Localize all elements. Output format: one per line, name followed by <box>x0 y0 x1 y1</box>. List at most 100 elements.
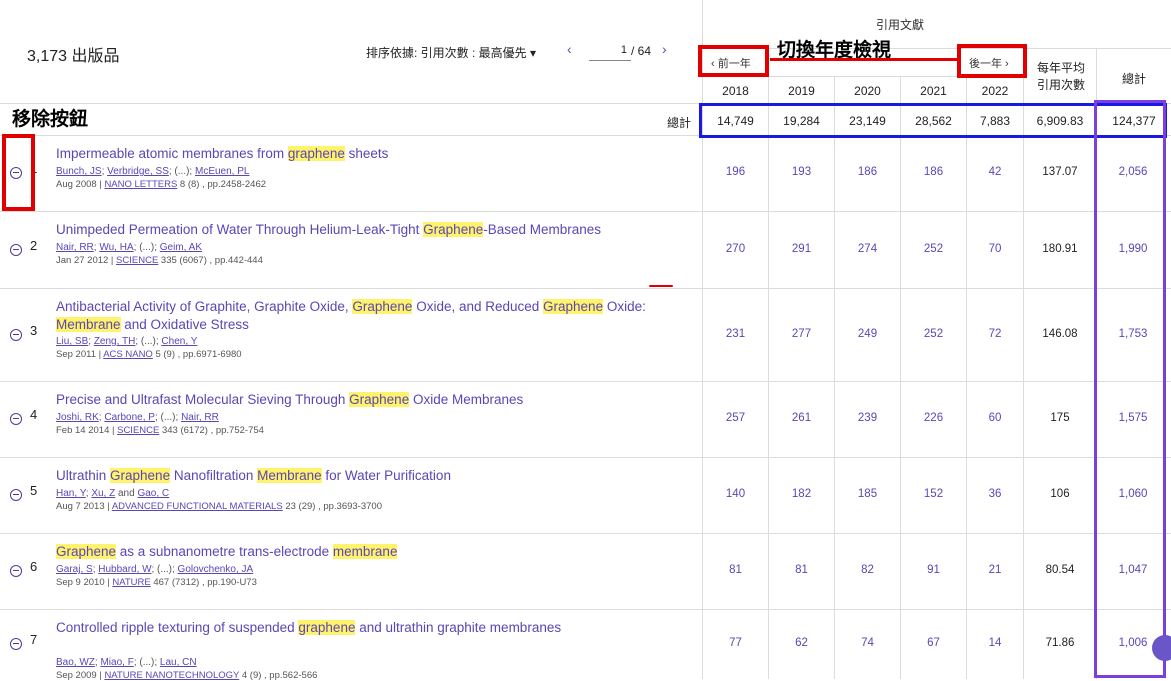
next-page-button[interactable]: › <box>662 41 667 57</box>
remove-button[interactable] <box>10 489 22 501</box>
author-link[interactable]: Lau, CN <box>160 657 197 668</box>
remove-button[interactable] <box>10 638 22 650</box>
year-citation-count[interactable]: 91 <box>901 564 966 576</box>
sort-label: 排序依據: 引用次數 : 最高優先 <box>366 46 527 60</box>
author-link[interactable]: Nair, RR <box>56 242 94 253</box>
remove-button[interactable] <box>10 328 22 341</box>
publication-title[interactable]: Ultrathin Graphene Nanofiltration Membra… <box>56 467 646 485</box>
publication-title[interactable]: Impermeable atomic membranes from graphe… <box>56 145 646 163</box>
journal-link[interactable]: NATURE <box>112 577 150 588</box>
author-link[interactable]: Gao, C <box>137 488 169 499</box>
year-citation-count[interactable]: 152 <box>901 488 966 500</box>
year-citation-count[interactable]: 252 <box>901 243 966 255</box>
year-citation-count[interactable]: 21 <box>967 564 1023 576</box>
remove-button[interactable] <box>10 565 22 577</box>
year-citation-count[interactable]: 42 <box>967 166 1023 178</box>
publication-date: Sep 9 2010 | <box>56 577 113 588</box>
year-citation-count[interactable]: 186 <box>901 166 966 178</box>
title-text: Antibacterial Activity of Graphite, Grap… <box>56 299 353 314</box>
publication-title[interactable]: Graphene as a subnanometre trans-electro… <box>56 543 646 561</box>
year-citation-count[interactable]: 270 <box>703 243 768 255</box>
connector-line <box>770 58 958 61</box>
publication-title[interactable]: Precise and Ultrafast Molecular Sieving … <box>56 391 646 409</box>
journal-link[interactable]: SCIENCE <box>116 255 158 266</box>
author-separator: and <box>115 488 138 499</box>
journal-link[interactable]: NANO LETTERS <box>104 179 177 190</box>
publication-title[interactable]: Controlled ripple texturing of suspended… <box>56 619 646 637</box>
author-link[interactable]: Carbone, P <box>104 412 155 423</box>
author-link[interactable]: Wu, HA <box>99 242 133 253</box>
year-citation-count[interactable]: 186 <box>835 166 900 178</box>
journal-link[interactable]: SCIENCE <box>117 425 159 436</box>
prev-page-button[interactable]: ‹ <box>567 41 572 57</box>
volume-pages: 467 (7312) , pp.190-U73 <box>150 577 257 588</box>
author-link[interactable]: Bao, WZ <box>56 657 95 668</box>
author-list: Garaj, S; Hubbard, W; (...); Golovchenko… <box>56 564 253 575</box>
author-separator: ; (...); <box>135 336 162 347</box>
author-list: Nair, RR; Wu, HA; (...); Geim, AK <box>56 242 202 253</box>
author-link[interactable]: Nair, RR <box>181 412 219 423</box>
author-link[interactable]: Golovchenko, JA <box>178 564 254 575</box>
author-link[interactable]: Hubbard, W <box>98 564 151 575</box>
title-text: -Based Membranes <box>483 222 602 237</box>
author-link[interactable]: Zeng, TH <box>94 336 136 347</box>
total-header: 總計 <box>1121 72 1146 86</box>
year-citation-count[interactable]: 249 <box>835 328 900 340</box>
year-citation-count[interactable]: 67 <box>901 637 966 649</box>
year-citation-count[interactable]: 77 <box>703 637 768 649</box>
author-link[interactable]: Bunch, JS <box>56 166 102 177</box>
author-list: Liu, SB; Zeng, TH; (...); Chen, Y <box>56 336 197 347</box>
author-link[interactable]: Liu, SB <box>56 336 88 347</box>
year-citation-count[interactable]: 291 <box>769 243 834 255</box>
sort-dropdown[interactable]: 排序依據: 引用次數 : 最高優先 ▾ <box>366 44 536 61</box>
year-citation-count[interactable]: 14 <box>967 637 1023 649</box>
author-list: Bao, WZ; Miao, F; (...); Lau, CN <box>56 657 197 668</box>
year-citation-count[interactable]: 257 <box>703 412 768 424</box>
author-separator: ; (...); <box>133 242 160 253</box>
year-citation-count[interactable]: 72 <box>967 328 1023 340</box>
publication-title[interactable]: Antibacterial Activity of Graphite, Grap… <box>56 298 646 334</box>
year-citation-count[interactable]: 277 <box>769 328 834 340</box>
year-citation-count[interactable]: 60 <box>967 412 1023 424</box>
year-citation-count[interactable]: 74 <box>835 637 900 649</box>
title-text: Precise and Ultrafast Molecular Sieving … <box>56 392 350 407</box>
author-link[interactable]: Joshi, RK <box>56 412 99 423</box>
highlighted-term: Membrane <box>257 468 322 483</box>
year-citation-count[interactable]: 274 <box>835 243 900 255</box>
year-citation-count[interactable]: 196 <box>703 166 768 178</box>
year-citation-count[interactable]: 231 <box>703 328 768 340</box>
author-link[interactable]: Han, Y <box>56 488 86 499</box>
year-citation-count[interactable]: 81 <box>769 564 834 576</box>
year-citation-count[interactable]: 182 <box>769 488 834 500</box>
author-link[interactable]: McEuen, PL <box>195 166 249 177</box>
avg-label-line1: 每年平均 <box>1036 61 1085 75</box>
author-link[interactable]: Chen, Y <box>161 336 197 347</box>
help-icon[interactable] <box>1152 635 1171 661</box>
year-citation-count[interactable]: 226 <box>901 412 966 424</box>
year-citation-count[interactable]: 185 <box>835 488 900 500</box>
remove-button[interactable] <box>10 413 22 425</box>
page-number-input[interactable] <box>589 40 631 61</box>
remove-button[interactable] <box>10 243 22 256</box>
year-citation-count[interactable]: 193 <box>769 166 834 178</box>
year-citation-count[interactable]: 36 <box>967 488 1023 500</box>
year-citation-count[interactable]: 261 <box>769 412 834 424</box>
year-header-2021: 2021 <box>920 84 947 98</box>
publication-title[interactable]: Unimpeded Permeation of Water Through He… <box>56 221 646 239</box>
journal-link[interactable]: ADVANCED FUNCTIONAL MATERIALS <box>112 501 283 512</box>
publication-meta: Sep 2009 | NATURE NANOTECHNOLOGY 4 (9) ,… <box>56 670 317 681</box>
author-link[interactable]: Geim, AK <box>160 242 202 253</box>
year-citation-count[interactable]: 81 <box>703 564 768 576</box>
year-citation-count[interactable]: 140 <box>703 488 768 500</box>
journal-link[interactable]: NATURE NANOTECHNOLOGY <box>104 670 239 681</box>
year-citation-count[interactable]: 62 <box>769 637 834 649</box>
author-link[interactable]: Garaj, S <box>56 564 93 575</box>
year-citation-count[interactable]: 70 <box>967 243 1023 255</box>
author-link[interactable]: Xu, Z <box>91 488 115 499</box>
year-citation-count[interactable]: 82 <box>835 564 900 576</box>
journal-link[interactable]: ACS NANO <box>103 349 153 360</box>
author-link[interactable]: Verbridge, SS <box>107 166 169 177</box>
year-citation-count[interactable]: 239 <box>835 412 900 424</box>
year-citation-count[interactable]: 252 <box>901 328 966 340</box>
author-link[interactable]: Miao, F <box>100 657 133 668</box>
